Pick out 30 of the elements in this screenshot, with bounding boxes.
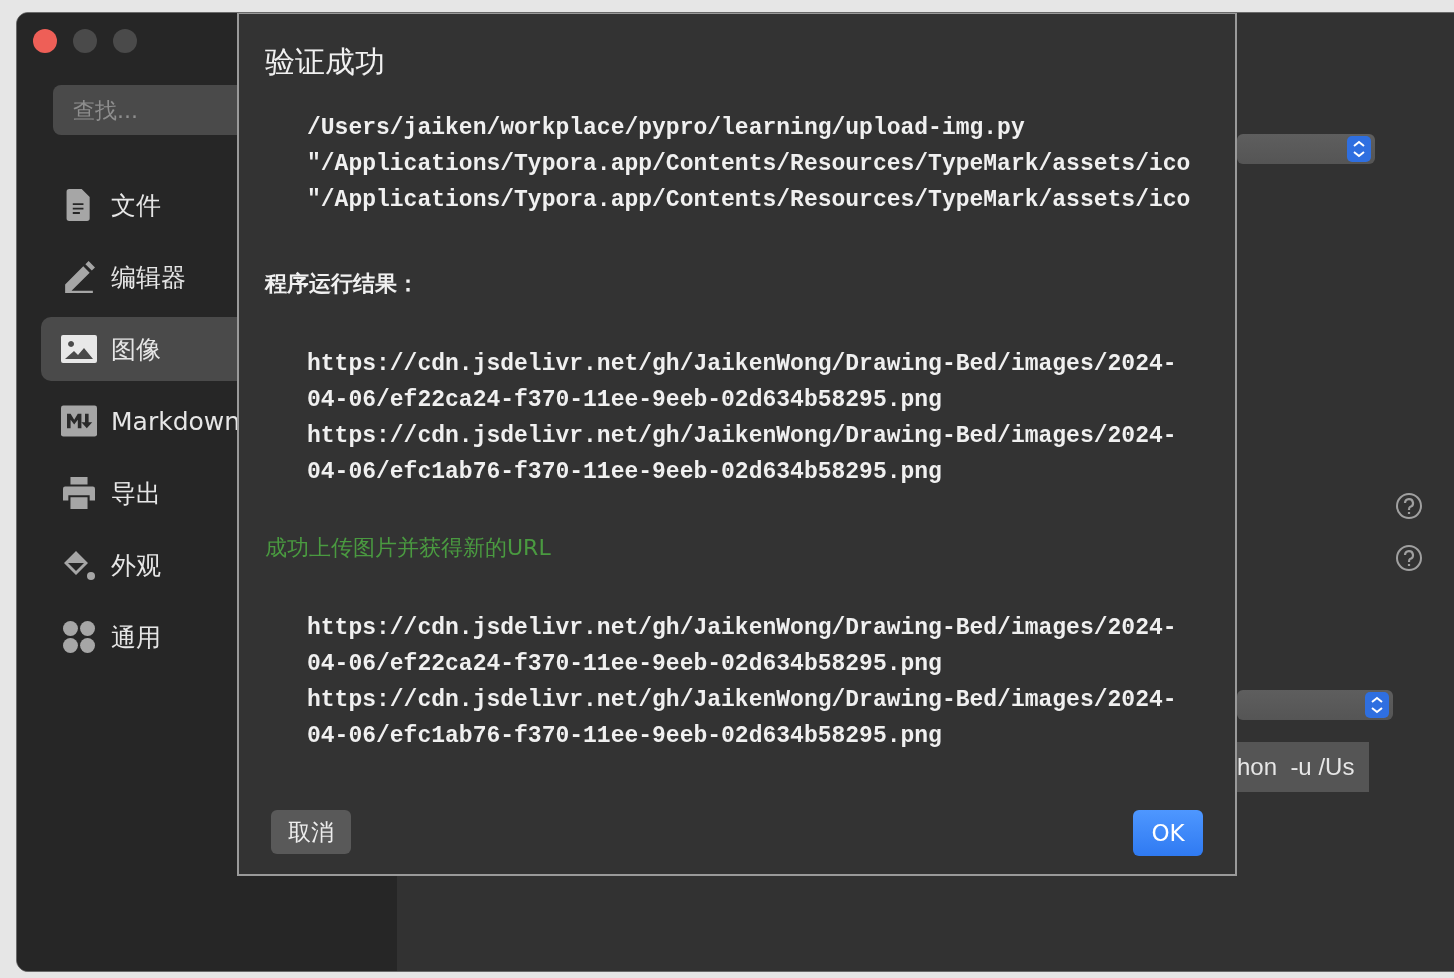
minimize-button[interactable] [73,29,97,53]
grid-icon [61,621,97,653]
sidebar-label: 文件 [111,189,161,222]
sidebar-label: Markdown [111,406,241,436]
stepper-icon [1347,136,1371,162]
cancel-button[interactable]: 取消 [271,810,351,854]
sidebar-label: 通用 [111,621,161,654]
command-field[interactable]: hon -u /Us [1237,742,1369,792]
sidebar-label: 图像 [111,333,161,366]
help-icon[interactable] [1395,492,1423,520]
help-icon[interactable] [1395,544,1423,572]
sidebar-label: 导出 [111,477,161,510]
command-line: "/Applications/Typora.app/Contents/Resources/TypeMark/assets/ico [307,150,1192,179]
dropdown[interactable] [1237,690,1393,720]
command-line: /Users/jaiken/workplace/pypro/learning/upload-img.py [307,114,1026,143]
printer-icon [61,477,97,509]
stepper-icon [1365,692,1389,718]
url-text: https://cdn.jsdelivr.net/gh/JaikenWong/Drawing-Bed/images/2024-04-06/efc1ab76-f370-11ee-9eeb-02d634b58295.png [307,422,1178,487]
command-line: "/Applications/Typora.app/Contents/Resources/TypeMark/assets/ico [307,186,1192,215]
sidebar-label: 编辑器 [111,261,186,294]
sidebar-label: 外观 [111,549,161,582]
markdown-icon [61,405,97,437]
result-heading: 程序运行结果： [265,270,420,298]
zoom-button[interactable] [113,29,137,53]
dialog-title: 验证成功 [265,43,386,81]
close-button[interactable] [33,29,57,53]
url-text: https://cdn.jsdelivr.net/gh/JaikenWong/Drawing-Bed/images/2024-04-06/efc1ab76-f370-11ee-9eeb-02d634b58295.png [307,686,1178,751]
success-message: 成功上传图片并获得新的URL [265,534,552,562]
dropdown[interactable] [1237,134,1375,164]
image-icon [61,333,97,365]
